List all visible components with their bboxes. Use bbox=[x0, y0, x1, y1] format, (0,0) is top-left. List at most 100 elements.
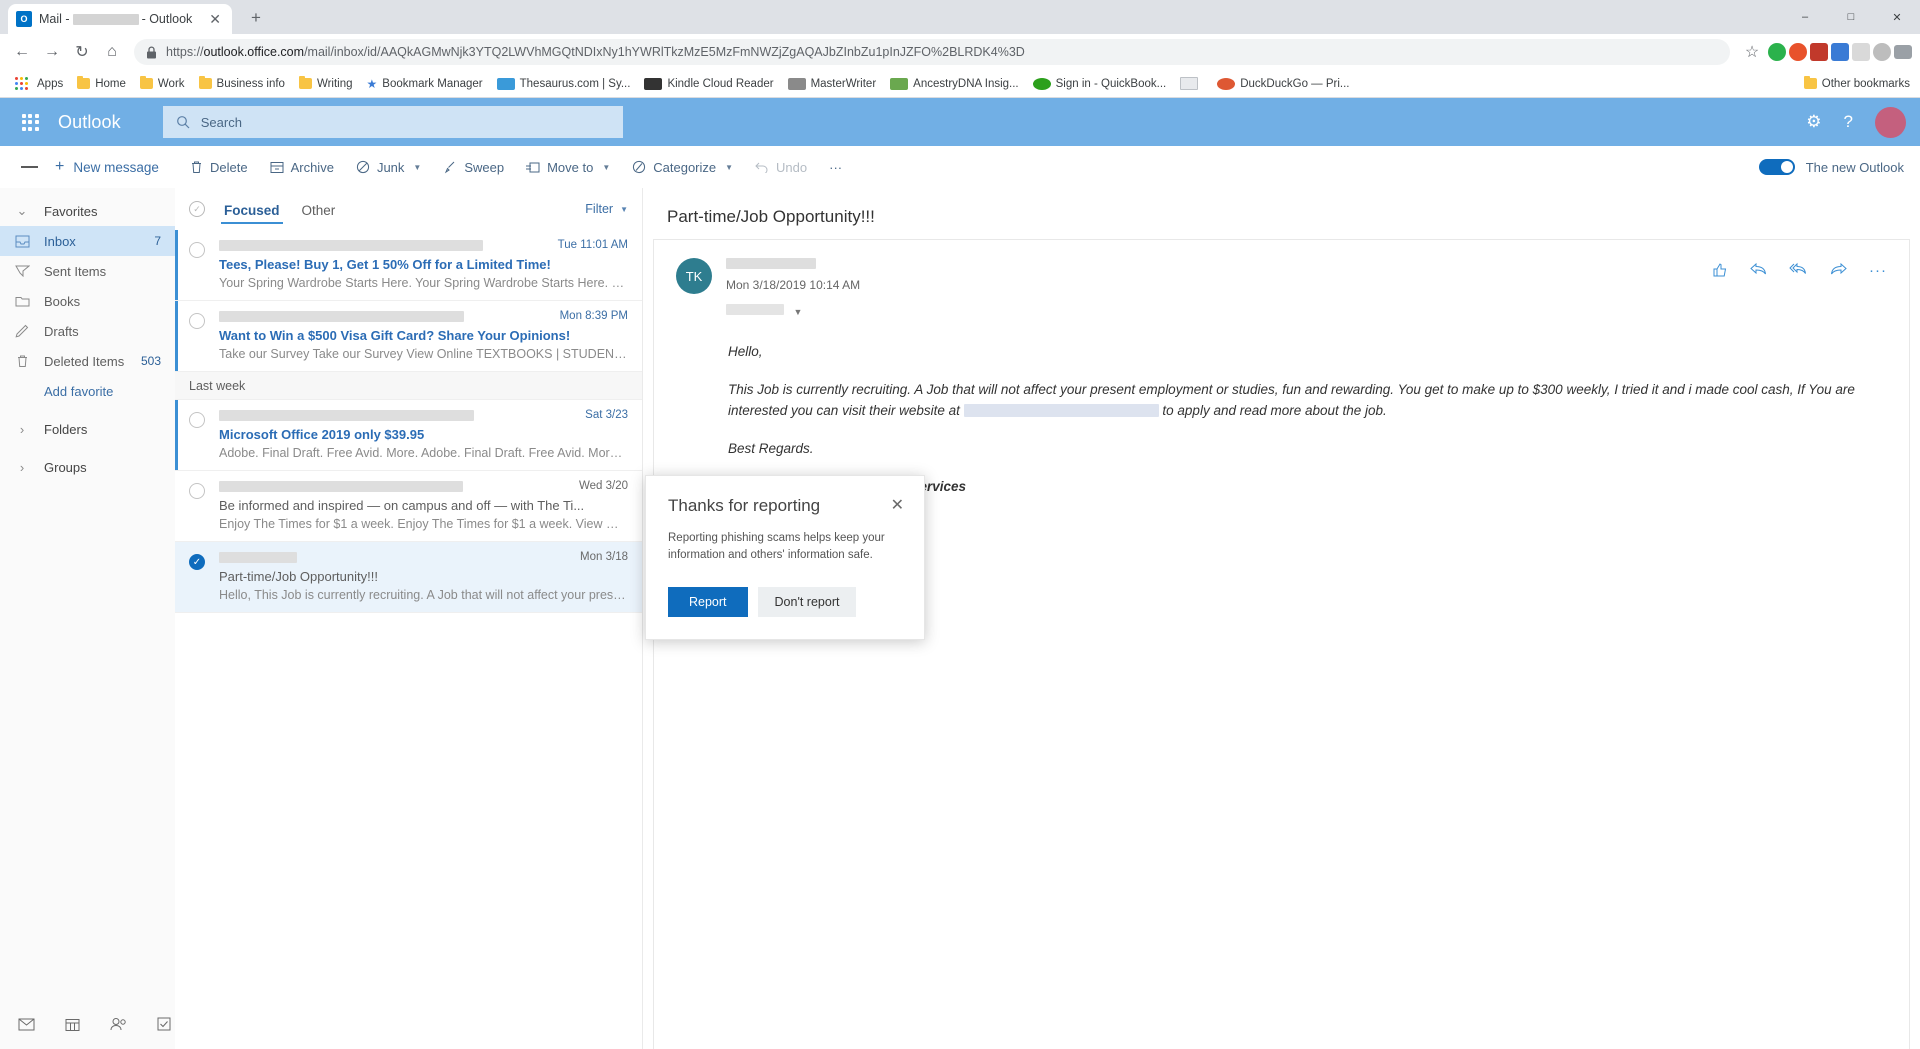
list-item[interactable]: Sat 3/23 Microsoft Office 2019 only $39.… bbox=[175, 400, 642, 471]
thanks-for-reporting-dialog[interactable]: Thanks for reporting ✕ Reporting phishin… bbox=[645, 475, 925, 641]
minimize-button[interactable]: – bbox=[1782, 0, 1828, 34]
tab-focused[interactable]: Focused bbox=[221, 192, 283, 227]
profile-icon[interactable] bbox=[1873, 43, 1891, 61]
folders-label: Folders bbox=[44, 421, 88, 437]
bookmark-bookmark-manager[interactable]: ★ Bookmark Manager bbox=[361, 74, 489, 94]
sidebar-item-inbox[interactable]: Inbox 7 bbox=[0, 226, 175, 256]
bookmark-business-info[interactable]: Business info bbox=[193, 75, 291, 93]
new-tab-button[interactable]: + bbox=[242, 4, 270, 32]
bookmark-star-icon[interactable]: ☆ bbox=[1738, 38, 1766, 66]
list-item-selected[interactable]: ✓ Mon 3/18 Part-time/Job Opportunity!!! … bbox=[175, 542, 642, 613]
unread-bar bbox=[175, 542, 178, 612]
tasks-icon[interactable] bbox=[157, 1017, 171, 1035]
bookmark-duckduckgo[interactable]: DuckDuckGo — Pri... bbox=[1211, 75, 1355, 93]
bookmark-home[interactable]: Home bbox=[71, 75, 132, 93]
forward-icon[interactable] bbox=[1830, 262, 1847, 280]
message-checkbox[interactable] bbox=[189, 483, 205, 499]
more-icon[interactable]: ··· bbox=[1869, 262, 1887, 279]
sweep-button[interactable]: Sweep bbox=[434, 154, 513, 181]
extension-icon-red[interactable] bbox=[1810, 43, 1828, 61]
more-commands-button[interactable]: ··· bbox=[820, 154, 851, 181]
reload-icon[interactable]: ↻ bbox=[68, 38, 96, 66]
new-outlook-toggle[interactable] bbox=[1758, 159, 1795, 175]
list-item[interactable]: Wed 3/20 Be informed and inspired — on c… bbox=[175, 471, 642, 542]
reply-icon[interactable] bbox=[1750, 262, 1767, 280]
maximize-button[interactable]: □ bbox=[1828, 0, 1874, 34]
address-bar[interactable]: https://outlook.office.com/mail/inbox/id… bbox=[134, 39, 1730, 65]
archive-button[interactable]: Archive bbox=[261, 154, 343, 181]
search-box[interactable]: Search bbox=[162, 106, 623, 138]
mail-icon[interactable] bbox=[18, 1018, 35, 1035]
bookmark-quickbooks[interactable]: Sign in - QuickBook... bbox=[1027, 75, 1173, 93]
bookmark-thesaurus[interactable]: Thesaurus.com | Sy... bbox=[491, 75, 637, 93]
avatar: TK bbox=[676, 258, 712, 294]
filter-button[interactable]: Filter ▼ bbox=[585, 202, 628, 216]
sidebar-item-drafts[interactable]: Drafts bbox=[0, 316, 175, 346]
browser-tab[interactable]: O Mail - - Outlook ✕ bbox=[8, 4, 232, 34]
folders-header[interactable]: › Folders bbox=[0, 414, 175, 444]
chrome-menu-icon[interactable] bbox=[1894, 45, 1912, 59]
message-card: TK Mon 3/18/2019 10:14 AM ▼ ··· Hello, T… bbox=[653, 239, 1910, 1049]
message-checkbox[interactable] bbox=[189, 313, 205, 329]
avatar[interactable] bbox=[1875, 106, 1906, 138]
add-favorite-button[interactable]: Add favorite bbox=[0, 376, 175, 406]
people-icon[interactable] bbox=[110, 1017, 127, 1035]
close-window-button[interactable]: ✕ bbox=[1874, 0, 1920, 34]
message-timestamp: Mon 3/18/2019 10:14 AM bbox=[726, 278, 861, 292]
new-message-button[interactable]: + New message bbox=[55, 158, 175, 176]
folder-icon bbox=[1803, 76, 1817, 89]
dont-report-button[interactable]: Don't report bbox=[757, 587, 857, 618]
favorites-header[interactable]: ⌄ Favorites bbox=[0, 196, 175, 226]
help-icon[interactable]: ? bbox=[1844, 112, 1853, 132]
message-checkbox[interactable] bbox=[189, 242, 205, 258]
back-icon[interactable]: ← bbox=[8, 38, 36, 66]
bookmark-label: DuckDuckGo — Pri... bbox=[1240, 77, 1350, 90]
other-bookmarks[interactable]: Other bookmarks bbox=[1803, 76, 1910, 90]
extension-icon-orange[interactable] bbox=[1789, 43, 1807, 61]
bookmark-kindle[interactable]: Kindle Cloud Reader bbox=[638, 75, 779, 93]
list-item[interactable]: Mon 8:39 PM Want to Win a $500 Visa Gift… bbox=[175, 301, 642, 372]
home-icon[interactable]: ⌂ bbox=[98, 38, 126, 66]
gear-icon[interactable]: ⚙ bbox=[1806, 112, 1821, 132]
calendar-icon[interactable] bbox=[65, 1017, 80, 1036]
junk-button[interactable]: Junk ▼ bbox=[347, 154, 430, 181]
message-preview: Take our Survey Take our Survey View Onl… bbox=[219, 347, 628, 361]
bookmark-work[interactable]: Work bbox=[134, 75, 191, 93]
chevron-down-icon: ▼ bbox=[725, 162, 734, 172]
sidebar-item-books[interactable]: Books bbox=[0, 286, 175, 316]
close-icon[interactable]: ✕ bbox=[887, 496, 908, 516]
new-outlook-toggle-group[interactable]: The new Outlook bbox=[1758, 159, 1904, 175]
select-all-icon[interactable]: ✓ bbox=[189, 201, 205, 217]
sidebar-item-sent-items[interactable]: Sent Items bbox=[0, 256, 175, 286]
list-item[interactable]: Tue 11:01 AM Tees, Please! Buy 1, Get 1 … bbox=[175, 230, 642, 301]
categorize-button[interactable]: Categorize ▼ bbox=[623, 154, 742, 181]
extension-icon-blue[interactable] bbox=[1831, 43, 1849, 61]
bookmark-writing[interactable]: Writing bbox=[293, 75, 359, 93]
nav-toggle-icon[interactable] bbox=[8, 146, 50, 188]
message-subject: Part-time/Job Opportunity!!! bbox=[219, 569, 378, 584]
reading-pane: Part-time/Job Opportunity!!! TK Mon 3/18… bbox=[643, 188, 1920, 1049]
message-checkbox[interactable] bbox=[189, 412, 205, 428]
lock-icon bbox=[147, 45, 156, 58]
outlook-header: Outlook Search ⚙ ? bbox=[0, 98, 1920, 146]
tab-other[interactable]: Other bbox=[299, 192, 339, 227]
app-launcher-icon[interactable] bbox=[10, 102, 50, 142]
reply-all-icon[interactable] bbox=[1789, 262, 1808, 280]
report-button[interactable]: Report bbox=[668, 587, 748, 618]
sidebar-item-deleted-items[interactable]: Deleted Items 503 bbox=[0, 346, 175, 376]
chevron-down-icon[interactable]: ▼ bbox=[793, 307, 802, 317]
forward-icon[interactable]: → bbox=[38, 38, 66, 66]
message-checkbox-checked[interactable]: ✓ bbox=[189, 554, 205, 570]
extension-icon-grey[interactable] bbox=[1852, 43, 1870, 61]
extension-icon-green[interactable] bbox=[1768, 43, 1786, 61]
delete-button[interactable]: Delete bbox=[181, 154, 257, 181]
bookmark-ancestrydna[interactable]: AncestryDNA Insig... bbox=[884, 75, 1024, 93]
bookmark-masterwriter[interactable]: MasterWriter bbox=[782, 75, 883, 93]
thumbs-up-icon[interactable] bbox=[1712, 262, 1728, 282]
bookmark-page[interactable] bbox=[1174, 74, 1209, 93]
groups-header[interactable]: › Groups bbox=[0, 452, 175, 482]
bookmark-label: Kindle Cloud Reader bbox=[667, 77, 774, 90]
tab-close-icon[interactable]: ✕ bbox=[206, 12, 224, 26]
bookmark-apps[interactable]: Apps bbox=[9, 74, 69, 93]
move-to-button[interactable]: Move to ▼ bbox=[517, 154, 619, 181]
